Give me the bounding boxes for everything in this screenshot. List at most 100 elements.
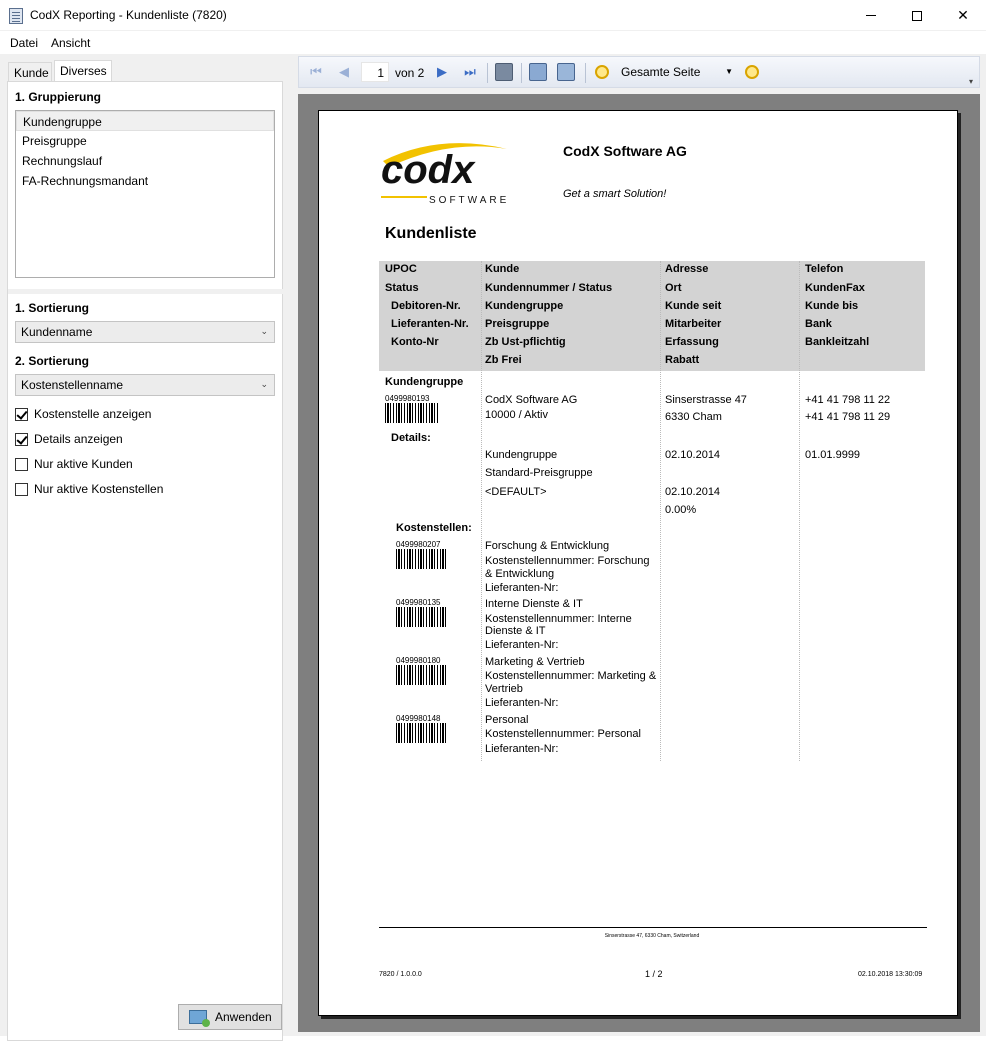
export-icon[interactable]	[557, 63, 575, 81]
header-col4: Bank	[805, 318, 832, 330]
header-col3: Ort	[665, 282, 682, 294]
header-col2: Kundengruppe	[485, 300, 564, 312]
report-page: codx SOFTWARE CodX Software AG Get a sma…	[318, 110, 958, 1016]
next-page-icon: ▶	[437, 64, 447, 79]
page-number-input[interactable]: 1	[361, 62, 389, 82]
checkbox-unchecked-icon[interactable]	[15, 457, 28, 471]
costcenter-supplier: Lieferanten-Nr:	[485, 697, 559, 709]
barcode-icon	[396, 723, 448, 743]
detail-entry: 02.10.2014	[665, 486, 721, 498]
first-page-button[interactable]: ⏮	[307, 63, 325, 81]
costcenter-name: Interne Dienste & IT	[485, 598, 583, 610]
checkbox-unchecked-icon[interactable]	[15, 482, 28, 496]
grouping-listbox[interactable]: Kundengruppe Preisgruppe Rechnungslauf F…	[15, 110, 275, 278]
sort2-value: Kostenstellenname	[21, 378, 124, 392]
preview-toolbar: ⏮ ◀ 1 von 2 ▶ ⏭ Gesamte Seite ▼ ▾	[298, 56, 980, 88]
costcenter-code: 0499980207	[396, 540, 441, 549]
header-col3: Erfassung	[665, 336, 719, 348]
checkbox-nur-aktive-kunden[interactable]: Nur aktive Kunden	[15, 456, 133, 472]
left-pane: Kunde Diverses 1. Gruppierung Kundengrup…	[0, 54, 290, 1041]
next-page-button[interactable]: ▶	[433, 63, 451, 81]
header-col2: Kundennummer / Status	[485, 282, 613, 294]
splitter[interactable]	[286, 54, 294, 1036]
first-page-icon: ⏮	[310, 64, 322, 79]
dropdown-arrow-icon: ▼	[725, 67, 733, 76]
grouping-heading: 1. Gruppierung	[15, 90, 102, 104]
zoom-select[interactable]: Gesamte Seite ▼	[617, 62, 735, 82]
header-col2: Preisgruppe	[485, 318, 550, 330]
detail-discount: 0.00%	[665, 504, 697, 516]
zoom-out-icon[interactable]	[595, 65, 609, 79]
last-page-icon: ⏭	[464, 64, 476, 79]
customer-name: CodX Software AG	[485, 394, 578, 406]
checkbox-kostenstelle-anzeigen[interactable]: Kostenstelle anzeigen	[15, 406, 151, 422]
apply-label: Anwenden	[215, 1010, 272, 1024]
app-icon	[9, 8, 23, 24]
costcenter-number-cont: Dienste & IT	[485, 625, 546, 637]
footer-version: 7820 / 1.0.0.0	[379, 971, 422, 978]
header-col1: Lieferanten-Nr.	[391, 318, 469, 330]
close-button[interactable]: ✕	[940, 0, 986, 31]
checkbox-details-anzeigen[interactable]: Details anzeigen	[15, 431, 123, 447]
barcode-icon	[396, 607, 448, 627]
list-item-kundengruppe[interactable]: Kundengruppe	[16, 111, 274, 131]
checkbox-label: Nur aktive Kostenstellen	[34, 482, 164, 496]
checkbox-checked-icon[interactable]	[15, 432, 28, 446]
chevron-down-icon: ⌄	[260, 379, 268, 389]
menu-ansicht[interactable]: Ansicht	[51, 36, 90, 50]
header-col4: Telefon	[805, 263, 844, 275]
detail-group: Kundengruppe	[485, 449, 558, 461]
header-col3: Rabatt	[665, 354, 700, 366]
page-count-label: von 2	[395, 66, 425, 80]
tab-kunde[interactable]: Kunde	[8, 62, 52, 82]
tab-diverses[interactable]: Diverses	[54, 60, 112, 82]
zoom-in-icon[interactable]	[745, 65, 759, 79]
menu-datei[interactable]: Datei	[10, 36, 38, 50]
minimize-button[interactable]	[848, 0, 894, 31]
toolbar-overflow-icon[interactable]: ▾	[969, 77, 973, 86]
footer-rule	[379, 927, 927, 928]
sort1-value: Kundenname	[21, 325, 93, 339]
header-col1: Konto-Nr	[391, 336, 439, 348]
list-item-rechnungslauf[interactable]: Rechnungslauf	[16, 151, 274, 171]
maximize-button[interactable]	[894, 0, 940, 31]
sort2-select[interactable]: Kostenstellenname ⌄	[15, 374, 275, 396]
report-viewer[interactable]: codx SOFTWARE CodX Software AG Get a sma…	[298, 94, 980, 1032]
footer-page-number: 1 / 2	[645, 969, 663, 979]
footer-address: Sinserstrasse 47, 6330 Cham, Switzerland	[604, 933, 700, 939]
costcenter-number-cont: & Entwicklung	[485, 568, 555, 580]
maximize-icon	[912, 10, 922, 21]
header-col2: Zb Ust-pflichtig	[485, 336, 566, 348]
list-item-preisgruppe[interactable]: Preisgruppe	[16, 131, 274, 151]
customer-phone: +41 41 798 11 22	[805, 394, 891, 406]
sort1-select[interactable]: Kundenname ⌄	[15, 321, 275, 343]
costcenter-code: 0499980135	[396, 598, 441, 607]
customer-street: Sinserstrasse 47	[665, 394, 747, 406]
checkbox-checked-icon[interactable]	[15, 407, 28, 421]
sort2-heading: 2. Sortierung	[15, 354, 90, 368]
header-col2: Zb Frei	[485, 354, 522, 366]
page-setup-icon[interactable]	[529, 63, 547, 81]
minimize-icon	[866, 15, 876, 16]
previous-page-button[interactable]: ◀	[335, 63, 353, 81]
list-item-fa-rechnungsmandant[interactable]: FA-Rechnungsmandant	[16, 171, 274, 191]
header-col3: Mitarbeiter	[665, 318, 722, 330]
report-column-header	[379, 261, 925, 371]
costcenter-number: Kostenstellennummer: Marketing &	[485, 670, 657, 682]
column-divider	[660, 261, 661, 761]
apply-button[interactable]: Anwenden	[178, 1004, 282, 1030]
header-col3: Kunde seit	[665, 300, 722, 312]
tab-panel-diverses: 1. Gruppierung Kundengruppe Preisgruppe …	[7, 81, 284, 1041]
checkbox-nur-aktive-kostenstellen[interactable]: Nur aktive Kostenstellen	[15, 481, 163, 497]
costcenter-name: Forschung & Entwicklung	[485, 540, 610, 552]
costcenter-number: Kostenstellennummer: Personal	[485, 728, 641, 740]
costcenter-supplier: Lieferanten-Nr:	[485, 582, 559, 594]
logo-text: codx	[381, 148, 476, 192]
detail-since: 02.10.2014	[665, 449, 721, 461]
last-page-button[interactable]: ⏭	[461, 63, 479, 81]
column-divider	[481, 261, 482, 761]
print-icon[interactable]	[495, 63, 513, 81]
close-icon: ✕	[957, 7, 969, 23]
logo-subtext: SOFTWARE	[429, 195, 509, 206]
divider	[8, 289, 284, 294]
